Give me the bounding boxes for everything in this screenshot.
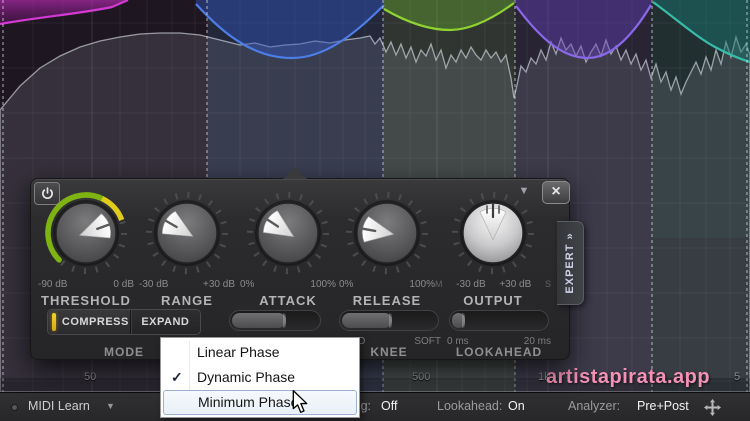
panel-pointer-arrow: [283, 167, 307, 179]
watermark-text: artistapirata.app: [546, 366, 710, 389]
expand-button-label: EXPAND: [141, 316, 189, 328]
threshold-min-label: -90 dB: [38, 279, 67, 290]
release-scale: 0% 100%: [339, 279, 435, 290]
stereo-link-slider-fill: [232, 313, 286, 328]
threshold-scale: -90 dB 0 dB: [38, 279, 134, 290]
midi-learn-button[interactable]: MIDI Learn: [28, 399, 90, 413]
freq-label-500: 500: [412, 371, 430, 383]
range-scale: -30 dB +30 dB: [139, 279, 235, 290]
output-scale: M -30 dB +30 dB S: [435, 279, 551, 290]
output-min-label: -30 dB: [456, 279, 485, 290]
lookahead-slider-fill: [452, 313, 465, 328]
mouse-cursor: [292, 390, 309, 414]
range-knob[interactable]: [142, 188, 232, 278]
knee-slider-fill: [342, 313, 392, 328]
menu-item-linear-phase[interactable]: Linear Phase: [163, 340, 357, 365]
check-icon: ✓: [171, 365, 183, 390]
freq-label-5k: 5: [734, 371, 740, 383]
stereo-link-slider[interactable]: [229, 310, 321, 331]
release-max-label: 100%: [409, 279, 435, 290]
band-settings-panel: ▼ × EXPERT » -90 dB 0 dB: [30, 178, 570, 360]
analyzer-value[interactable]: Pre+Post: [637, 399, 689, 413]
oversampling-value[interactable]: Off: [381, 399, 397, 413]
knee-slider[interactable]: [339, 310, 439, 331]
range-min-label: -30 dB: [139, 279, 168, 290]
release-knob[interactable]: [342, 188, 432, 278]
menu-item-minimum-phase[interactable]: Minimum Phase: [163, 390, 357, 415]
output-knob[interactable]: [448, 188, 538, 278]
panel-close-button[interactable]: ×: [542, 181, 570, 204]
range-max-label: +30 dB: [203, 279, 235, 290]
output-max-label: +30 dB: [499, 279, 531, 290]
attack-scale: 0% 100%: [240, 279, 336, 290]
lookahead-group-label: LOOKAHEAD: [429, 345, 569, 359]
midi-learn-led: [11, 404, 18, 411]
menu-item-dynamic-phase-label: Dynamic Phase: [197, 369, 295, 385]
attack-knob[interactable]: [243, 188, 333, 278]
mode-button-group: COMPRESS EXPAND: [47, 309, 201, 335]
output-label: OUTPUT: [433, 293, 553, 308]
status-bar: MIDI Learn ▼ Oversampling: Off Lookahead…: [0, 392, 750, 421]
phase-mode-context-menu: Linear Phase ✓ Dynamic Phase Minimum Phas…: [160, 337, 360, 418]
compress-active-led: [52, 313, 56, 331]
midi-learn-caret-icon[interactable]: ▼: [106, 401, 115, 411]
plugin-window: 50 500 1k 5 artistapirata.app ▼ × EXPERT…: [0, 0, 750, 421]
attack-max-label: 100%: [310, 279, 336, 290]
close-icon: ×: [551, 183, 560, 200]
output-side-label: S: [545, 279, 551, 290]
analyzer-label: Analyzer:: [568, 399, 620, 413]
threshold-knob[interactable]: [41, 188, 131, 278]
freq-label-50: 50: [84, 371, 96, 383]
lookahead-status-label: Lookahead:: [437, 399, 502, 413]
lookahead-status-value[interactable]: On: [508, 399, 525, 413]
expert-tab-label: EXPERT »: [560, 223, 580, 303]
menu-item-dynamic-phase[interactable]: ✓ Dynamic Phase: [163, 365, 357, 390]
output-mid-label: M: [435, 279, 443, 290]
threshold-max-label: 0 dB: [113, 279, 134, 290]
compress-button[interactable]: COMPRESS: [48, 310, 130, 334]
lookahead-slider[interactable]: [449, 310, 549, 331]
resize-move-icon[interactable]: [704, 399, 721, 416]
expand-button[interactable]: EXPAND: [130, 310, 200, 334]
release-label: RELEASE: [327, 293, 447, 308]
compress-button-label: COMPRESS: [62, 316, 129, 328]
attack-min-label: 0%: [240, 279, 254, 290]
release-min-label: 0%: [339, 279, 353, 290]
expert-tab[interactable]: EXPERT »: [557, 221, 584, 305]
